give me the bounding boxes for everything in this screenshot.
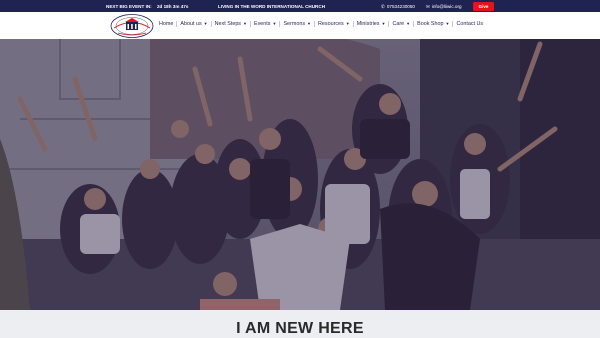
chevron-down-icon: ▼ <box>307 21 311 27</box>
nav-next-steps[interactable]: Next Steps ▼ <box>215 21 247 27</box>
nav-home-label: Home <box>159 21 174 28</box>
nav-divider <box>210 21 212 27</box>
nav-care-label: Care <box>392 21 405 28</box>
nav-book-shop-label: Book Shop <box>417 21 444 28</box>
nav-sermons-label: Sermons <box>283 21 306 28</box>
nav-sermons[interactable]: Sermons ▼ <box>283 21 311 27</box>
email-address: info@liiwic.org <box>431 3 462 9</box>
chevron-down-icon: ▼ <box>243 21 247 27</box>
nav-divider <box>452 21 454 27</box>
church-logo[interactable] <box>110 14 154 38</box>
nav-resources[interactable]: Resources ▼ <box>318 21 350 27</box>
give-button[interactable]: Give <box>473 1 494 11</box>
phone-icon: ✆ <box>381 3 385 9</box>
nav-contact-us-label: Contact Us <box>456 21 484 28</box>
chevron-down-icon: ▼ <box>203 21 208 27</box>
phone-number: 07534230050 <box>386 3 415 9</box>
nav-home[interactable]: Home <box>159 21 173 27</box>
nav-book-shop[interactable]: Book Shop ▼ <box>417 21 449 27</box>
nav-events[interactable]: Events ▼ <box>254 21 276 27</box>
next-event-countdown: NEXT BIG EVENT IN: 2d 18h 3m 47s <box>106 4 188 9</box>
phone-contact[interactable]: ✆ 07534230050 <box>381 4 415 10</box>
chevron-down-icon: ▼ <box>381 21 386 27</box>
nav-divider <box>176 21 178 27</box>
section-heading: I AM NEW HERE <box>236 320 364 337</box>
nav-divider <box>352 21 354 27</box>
nav-ministries[interactable]: Ministries ▼ <box>357 21 386 27</box>
nav-next-steps-label: Next Steps <box>214 21 242 28</box>
envelope-icon: ✉ <box>426 3 430 9</box>
nav-divider <box>313 21 315 27</box>
chevron-down-icon: ▼ <box>345 21 350 27</box>
main-menu: Home About us ▼ Next Steps ▼ Events ▼ Sermons ▼ R… <box>159 21 483 27</box>
top-bar: NEXT BIG EVENT IN: 2d 18h 3m 47s LIVING … <box>0 0 600 12</box>
chevron-down-icon: ▼ <box>406 21 411 27</box>
nav-events-label: Events <box>253 21 271 28</box>
nav-ministries-label: Ministries <box>356 21 380 28</box>
nav-divider <box>249 21 251 27</box>
hero-overlay <box>0 39 600 310</box>
nav-contact-us[interactable]: Contact Us <box>456 21 483 27</box>
next-event-label: NEXT BIG EVENT IN: <box>106 3 152 9</box>
countdown-timer: 2d 18h 3m 47s <box>156 3 189 9</box>
nav-divider <box>388 21 390 27</box>
chevron-down-icon: ▼ <box>272 21 277 27</box>
nav-resources-label: Resources <box>317 21 344 28</box>
chevron-down-icon: ▼ <box>445 21 450 27</box>
email-contact[interactable]: ✉ info@liiwic.org <box>426 4 462 10</box>
hero-banner <box>0 39 600 310</box>
nav-about-us[interactable]: About us ▼ <box>180 21 207 27</box>
nav-divider <box>279 21 281 27</box>
church-name: LIVING IN THE WORD INTERNATIONAL CHURCH <box>218 3 326 9</box>
nav-about-us-label: About us <box>180 21 202 28</box>
nav-care[interactable]: Care ▼ <box>392 21 410 27</box>
nav-divider <box>413 21 415 27</box>
